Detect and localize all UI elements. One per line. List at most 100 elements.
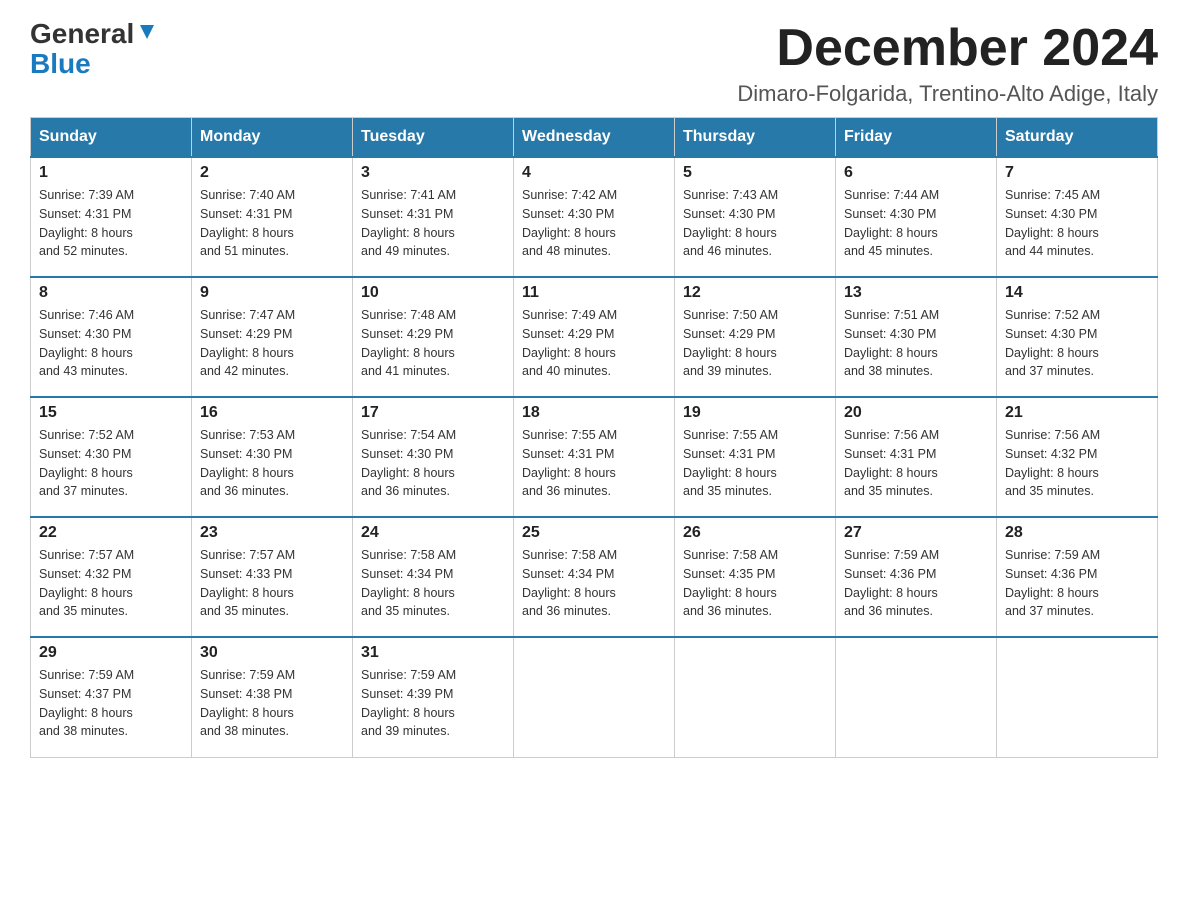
day-number: 5 bbox=[683, 164, 827, 182]
day-number: 6 bbox=[844, 164, 988, 182]
day-number: 4 bbox=[522, 164, 666, 182]
calendar-cell: 15 Sunrise: 7:52 AMSunset: 4:30 PMDayligh… bbox=[31, 397, 192, 517]
day-number: 10 bbox=[361, 284, 505, 302]
day-info: Sunrise: 7:59 AMSunset: 4:36 PMDaylight:… bbox=[1005, 548, 1100, 618]
day-number: 18 bbox=[522, 404, 666, 422]
calendar-cell: 12Sunrise: 7:50 AMSunset: 4:29 PMDayligh… bbox=[675, 277, 836, 397]
weekday-header-tuesday: Tuesday bbox=[353, 118, 514, 158]
day-number: 22 bbox=[39, 524, 183, 542]
calendar-cell: 16Sunrise: 7:53 AMSunset: 4:30 PMDayligh… bbox=[192, 397, 353, 517]
day-info: Sunrise: 7:42 AMSunset: 4:30 PMDaylight:… bbox=[522, 188, 617, 258]
calendar-cell: 10Sunrise: 7:48 AMSunset: 4:29 PMDayligh… bbox=[353, 277, 514, 397]
calendar-cell: 11 Sunrise: 7:49 AMSunset: 4:29 PMDayligh… bbox=[514, 277, 675, 397]
day-info: Sunrise: 7:51 AMSunset: 4:30 PMDaylight:… bbox=[844, 308, 939, 378]
day-info: Sunrise: 7:43 AMSunset: 4:30 PMDaylight:… bbox=[683, 188, 778, 258]
month-title: December 2024 bbox=[737, 20, 1158, 77]
day-info: Sunrise: 7:49 AMSunset: 4:29 PMDaylight:… bbox=[522, 308, 617, 378]
calendar-cell: 6Sunrise: 7:44 AMSunset: 4:30 PMDaylight… bbox=[836, 157, 997, 277]
day-number: 11 bbox=[522, 284, 666, 302]
day-number: 7 bbox=[1005, 164, 1149, 182]
day-number: 17 bbox=[361, 404, 505, 422]
weekday-header-saturday: Saturday bbox=[997, 118, 1158, 158]
calendar-cell: 22Sunrise: 7:57 AMSunset: 4:32 PMDayligh… bbox=[31, 517, 192, 637]
day-info: Sunrise: 7:56 AMSunset: 4:32 PMDaylight:… bbox=[1005, 428, 1100, 498]
day-info: Sunrise: 7:55 AMSunset: 4:31 PMDaylight:… bbox=[522, 428, 617, 498]
day-info: Sunrise: 7:59 AMSunset: 4:39 PMDaylight:… bbox=[361, 668, 456, 738]
calendar-cell bbox=[514, 637, 675, 757]
day-number: 27 bbox=[844, 524, 988, 542]
day-number: 21 bbox=[1005, 404, 1149, 422]
week-row-5: 29 Sunrise: 7:59 AMSunset: 4:37 PMDayligh… bbox=[31, 637, 1158, 757]
logo-general: General bbox=[30, 20, 134, 48]
calendar-cell: 26 Sunrise: 7:58 AMSunset: 4:35 PMDayligh… bbox=[675, 517, 836, 637]
calendar-cell bbox=[836, 637, 997, 757]
location-title: Dimaro-Folgarida, Trentino-Alto Adige, I… bbox=[737, 81, 1158, 107]
page-header: General Blue December 2024 Dimaro-Folgar… bbox=[30, 20, 1158, 107]
week-row-3: 15 Sunrise: 7:52 AMSunset: 4:30 PMDayligh… bbox=[31, 397, 1158, 517]
calendar-cell: 3Sunrise: 7:41 AMSunset: 4:31 PMDaylight… bbox=[353, 157, 514, 277]
day-info: Sunrise: 7:59 AMSunset: 4:37 PMDaylight:… bbox=[39, 668, 134, 738]
day-info: Sunrise: 7:47 AMSunset: 4:29 PMDaylight:… bbox=[200, 308, 295, 378]
calendar-cell: 2Sunrise: 7:40 AMSunset: 4:31 PMDaylight… bbox=[192, 157, 353, 277]
weekday-header-row: SundayMondayTuesdayWednesdayThursdayFrid… bbox=[31, 118, 1158, 158]
day-info: Sunrise: 7:55 AMSunset: 4:31 PMDaylight:… bbox=[683, 428, 778, 498]
day-number: 15 bbox=[39, 404, 183, 422]
weekday-header-thursday: Thursday bbox=[675, 118, 836, 158]
day-info: Sunrise: 7:54 AMSunset: 4:30 PMDaylight:… bbox=[361, 428, 456, 498]
day-number: 25 bbox=[522, 524, 666, 542]
calendar-cell: 18 Sunrise: 7:55 AMSunset: 4:31 PMDayligh… bbox=[514, 397, 675, 517]
day-info: Sunrise: 7:45 AMSunset: 4:30 PMDaylight:… bbox=[1005, 188, 1100, 258]
day-number: 29 bbox=[39, 644, 183, 662]
weekday-header-sunday: Sunday bbox=[31, 118, 192, 158]
week-row-2: 8Sunrise: 7:46 AMSunset: 4:30 PMDaylight… bbox=[31, 277, 1158, 397]
logo-triangle-icon bbox=[136, 21, 158, 43]
day-info: Sunrise: 7:58 AMSunset: 4:34 PMDaylight:… bbox=[361, 548, 456, 618]
day-number: 26 bbox=[683, 524, 827, 542]
day-number: 13 bbox=[844, 284, 988, 302]
weekday-header-wednesday: Wednesday bbox=[514, 118, 675, 158]
calendar-cell: 14 Sunrise: 7:52 AMSunset: 4:30 PMDayligh… bbox=[997, 277, 1158, 397]
calendar-cell: 7 Sunrise: 7:45 AMSunset: 4:30 PMDaylight… bbox=[997, 157, 1158, 277]
day-number: 8 bbox=[39, 284, 183, 302]
day-number: 30 bbox=[200, 644, 344, 662]
day-number: 1 bbox=[39, 164, 183, 182]
day-info: Sunrise: 7:39 AMSunset: 4:31 PMDaylight:… bbox=[39, 188, 134, 258]
day-info: Sunrise: 7:59 AMSunset: 4:38 PMDaylight:… bbox=[200, 668, 295, 738]
logo-blue: Blue bbox=[30, 50, 91, 78]
day-number: 23 bbox=[200, 524, 344, 542]
calendar-cell: 21 Sunrise: 7:56 AMSunset: 4:32 PMDayligh… bbox=[997, 397, 1158, 517]
day-number: 20 bbox=[844, 404, 988, 422]
calendar-cell bbox=[997, 637, 1158, 757]
day-info: Sunrise: 7:58 AMSunset: 4:35 PMDaylight:… bbox=[683, 548, 778, 618]
calendar-cell: 28 Sunrise: 7:59 AMSunset: 4:36 PMDayligh… bbox=[997, 517, 1158, 637]
day-info: Sunrise: 7:50 AMSunset: 4:29 PMDaylight:… bbox=[683, 308, 778, 378]
calendar-cell: 20 Sunrise: 7:56 AMSunset: 4:31 PMDayligh… bbox=[836, 397, 997, 517]
calendar-table: SundayMondayTuesdayWednesdayThursdayFrid… bbox=[30, 117, 1158, 758]
calendar-cell bbox=[675, 637, 836, 757]
day-info: Sunrise: 7:59 AMSunset: 4:36 PMDaylight:… bbox=[844, 548, 939, 618]
week-row-4: 22Sunrise: 7:57 AMSunset: 4:32 PMDayligh… bbox=[31, 517, 1158, 637]
calendar-cell: 24Sunrise: 7:58 AMSunset: 4:34 PMDayligh… bbox=[353, 517, 514, 637]
logo: General Blue bbox=[30, 20, 158, 78]
day-number: 28 bbox=[1005, 524, 1149, 542]
calendar-cell: 4 Sunrise: 7:42 AMSunset: 4:30 PMDaylight… bbox=[514, 157, 675, 277]
day-number: 19 bbox=[683, 404, 827, 422]
calendar-cell: 8Sunrise: 7:46 AMSunset: 4:30 PMDaylight… bbox=[31, 277, 192, 397]
calendar-cell: 9 Sunrise: 7:47 AMSunset: 4:29 PMDaylight… bbox=[192, 277, 353, 397]
day-info: Sunrise: 7:52 AMSunset: 4:30 PMDaylight:… bbox=[1005, 308, 1100, 378]
day-info: Sunrise: 7:41 AMSunset: 4:31 PMDaylight:… bbox=[361, 188, 456, 258]
day-number: 14 bbox=[1005, 284, 1149, 302]
day-info: Sunrise: 7:52 AMSunset: 4:30 PMDaylight:… bbox=[39, 428, 134, 498]
calendar-cell: 30 Sunrise: 7:59 AMSunset: 4:38 PMDayligh… bbox=[192, 637, 353, 757]
calendar-cell: 25 Sunrise: 7:58 AMSunset: 4:34 PMDayligh… bbox=[514, 517, 675, 637]
day-info: Sunrise: 7:58 AMSunset: 4:34 PMDaylight:… bbox=[522, 548, 617, 618]
title-block: December 2024 Dimaro-Folgarida, Trentino… bbox=[737, 20, 1158, 107]
week-row-1: 1 Sunrise: 7:39 AMSunset: 4:31 PMDaylight… bbox=[31, 157, 1158, 277]
calendar-cell: 1 Sunrise: 7:39 AMSunset: 4:31 PMDaylight… bbox=[31, 157, 192, 277]
weekday-header-monday: Monday bbox=[192, 118, 353, 158]
day-number: 9 bbox=[200, 284, 344, 302]
day-info: Sunrise: 7:57 AMSunset: 4:33 PMDaylight:… bbox=[200, 548, 295, 618]
day-info: Sunrise: 7:56 AMSunset: 4:31 PMDaylight:… bbox=[844, 428, 939, 498]
calendar-cell: 17 Sunrise: 7:54 AMSunset: 4:30 PMDayligh… bbox=[353, 397, 514, 517]
day-number: 2 bbox=[200, 164, 344, 182]
